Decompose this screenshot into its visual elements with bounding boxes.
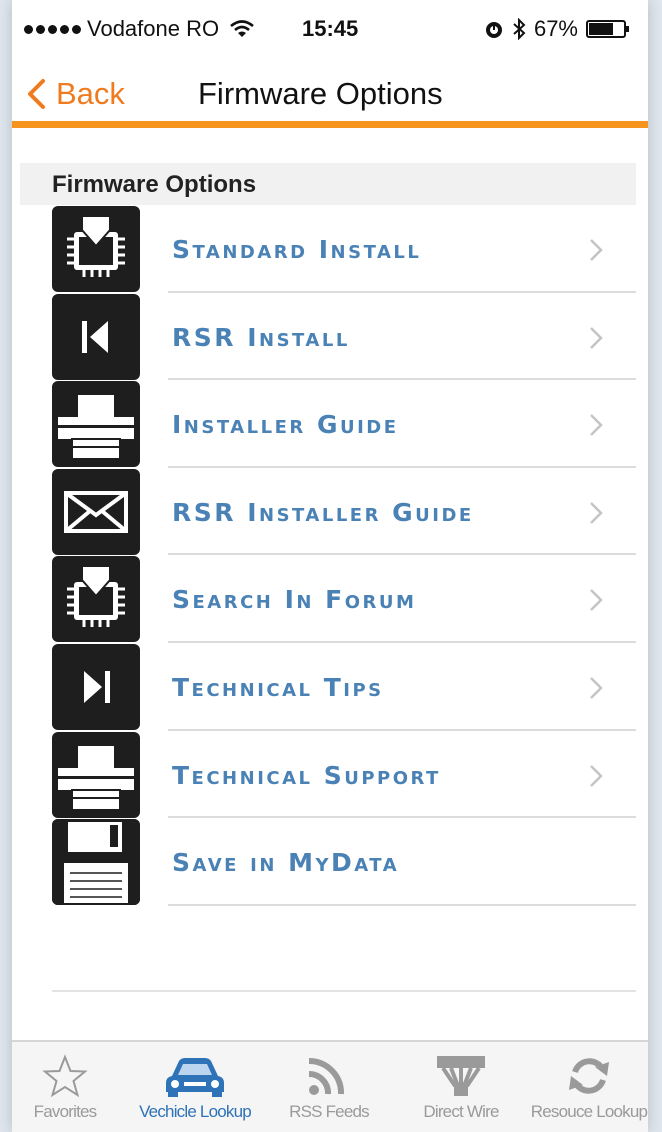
- chevron-right-icon: [590, 589, 603, 612]
- chevron-right-icon: [590, 677, 603, 699]
- status-time: 15:45: [302, 16, 359, 41]
- chevron-left-icon: [28, 79, 45, 109]
- battery-icon: [586, 20, 629, 38]
- status-bar: Vodafone RO 15:45 67%: [12, 0, 648, 56]
- list-item[interactable]: Technical Tips: [12, 643, 648, 731]
- carrier-name: Vodafone RO: [87, 16, 220, 41]
- tab-rss[interactable]: RSS Feeds: [274, 1042, 384, 1132]
- list-item-label: Save in MyData: [172, 848, 400, 878]
- list-item-label: RSR Install: [172, 322, 350, 352]
- battery-percent: 67%: [533, 16, 578, 41]
- list-item-label: RSR Installer Guide: [172, 497, 474, 527]
- printer-icon: [52, 731, 140, 818]
- navigation-bar: Back Firmware Options: [12, 56, 648, 128]
- star-icon: [12, 1054, 118, 1098]
- list-end-divider: [52, 990, 636, 992]
- chevron-right-icon: [590, 501, 603, 524]
- rss-icon: [274, 1054, 384, 1098]
- list-item-label: Installer Guide: [172, 410, 399, 440]
- tab-label: Favorites: [33, 1102, 98, 1121]
- list-item[interactable]: Technical Support: [12, 731, 648, 819]
- chip-download-icon: [52, 556, 140, 643]
- list-item[interactable]: RSR Installer Guide: [12, 468, 648, 556]
- tab-label: Resouce Lookup: [530, 1102, 648, 1121]
- printer-icon: [52, 381, 140, 468]
- list-item[interactable]: Save in MyData: [12, 818, 648, 906]
- list-item-label: Search In Forum: [172, 585, 417, 615]
- alarm-icon: [485, 22, 502, 38]
- chip-download-icon: [52, 206, 140, 292]
- section-header: Firmware Options: [20, 163, 636, 205]
- tab-label: Vechicle Lookup: [139, 1102, 252, 1121]
- refresh-icon: [530, 1054, 648, 1098]
- skip-back-icon: [52, 293, 140, 380]
- back-button-label: Back: [56, 76, 125, 111]
- status-left: Vodafone RO: [24, 16, 255, 42]
- list-item-label: Technical Tips: [172, 672, 384, 702]
- back-button[interactable]: Back: [26, 76, 125, 112]
- signal-strength-icon: [24, 24, 81, 34]
- wire-connector-icon: [404, 1054, 518, 1098]
- page-title: Firmware Options: [198, 76, 443, 111]
- phone-screen: Vodafone RO 15:45 67% Back Firmware Opti…: [12, 0, 648, 1132]
- chevron-right-icon: [590, 764, 603, 787]
- wifi-icon: [230, 20, 254, 37]
- tab-refresh[interactable]: Resouce Lookup: [530, 1042, 648, 1132]
- list-item[interactable]: RSR Install: [12, 293, 648, 381]
- skip-forward-icon: [52, 643, 140, 730]
- list-item-label: Technical Support: [172, 760, 441, 790]
- options-list: Standard Install RSR Install Installer Gui…: [12, 205, 648, 906]
- bluetooth-icon: [513, 18, 526, 40]
- status-right: 67%: [484, 16, 630, 42]
- tab-label: Direct Wire: [423, 1102, 499, 1121]
- list-item[interactable]: Installer Guide: [12, 380, 648, 468]
- chevron-right-icon: [590, 239, 603, 261]
- list-item[interactable]: Search In Forum: [12, 555, 648, 643]
- envelope-icon: [52, 468, 140, 555]
- car-icon: [130, 1054, 260, 1098]
- row-divider: [168, 903, 636, 906]
- floppy-disk-icon: [52, 819, 140, 906]
- tab-car[interactable]: Vechicle Lookup: [130, 1042, 260, 1132]
- tab-label: RSS Feeds: [289, 1102, 370, 1121]
- tab-wire-connector[interactable]: Direct Wire: [404, 1042, 518, 1132]
- list-item[interactable]: Standard Install: [12, 205, 648, 293]
- chevron-right-icon: [590, 414, 603, 437]
- tab-bar: Favorites Vechicle Lookup RSS Feeds Direct …: [12, 1040, 648, 1132]
- chevron-right-icon: [590, 326, 603, 349]
- tab-star[interactable]: Favorites: [12, 1042, 118, 1132]
- list-item-label: Standard Install: [172, 235, 422, 264]
